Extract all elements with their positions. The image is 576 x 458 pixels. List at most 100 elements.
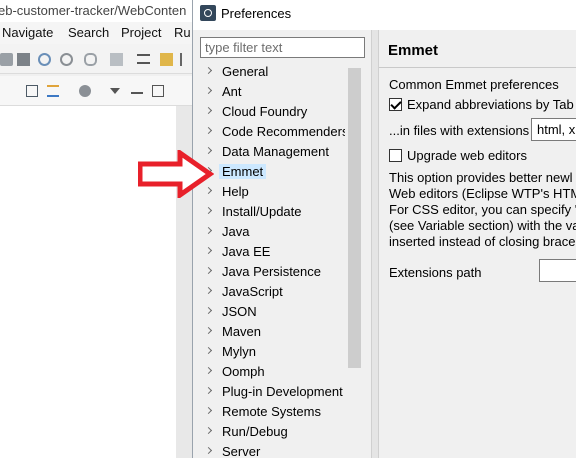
- tree-item-java-ee[interactable]: Java EE: [193, 242, 345, 262]
- expand-chevron-icon[interactable]: [204, 326, 213, 335]
- page-header: Emmet: [379, 30, 576, 68]
- tree-item-label: Run/Debug: [222, 424, 288, 439]
- expand-chevron-icon[interactable]: [204, 86, 213, 95]
- tree-item-label: Maven: [222, 324, 262, 339]
- expand-chevron-icon[interactable]: [204, 226, 213, 235]
- expand-abbreviations-checkbox[interactable]: [389, 98, 402, 111]
- tree-item-remote-systems[interactable]: Remote Systems: [193, 402, 345, 422]
- view-toolbar: [0, 76, 192, 106]
- tree-item-label: Mylyn: [222, 344, 256, 359]
- extensions-input[interactable]: [531, 118, 576, 141]
- debug-icon[interactable]: [38, 53, 51, 66]
- list-icon[interactable]: [137, 54, 150, 64]
- tree-item-help[interactable]: Help: [193, 182, 345, 202]
- minimize-icon[interactable]: [131, 92, 143, 94]
- tree-item-server[interactable]: Server: [193, 442, 345, 458]
- expand-chevron-icon[interactable]: [204, 306, 213, 315]
- description-line: For CSS editor, you can specify ': [389, 202, 576, 217]
- tree-item-maven[interactable]: Maven: [193, 322, 345, 342]
- menu-run[interactable]: Ru: [174, 25, 191, 40]
- run-history-icon[interactable]: [84, 53, 97, 66]
- upgrade-web-editors-checkbox[interactable]: [389, 149, 402, 162]
- tree-item-label: Java Persistence: [222, 264, 321, 279]
- refresh-icon[interactable]: [60, 53, 73, 66]
- expand-chevron-icon[interactable]: [204, 66, 213, 75]
- dialog-title: Preferences: [221, 6, 292, 21]
- tree-item-run-debug[interactable]: Run/Debug: [193, 422, 345, 442]
- tree-item-label: Java: [222, 224, 250, 239]
- maximize-icon[interactable]: [152, 85, 164, 97]
- arrow-shape: [138, 150, 214, 198]
- extensions-label: ...in files with extensions: [389, 123, 530, 138]
- tree-item-label: Remote Systems: [222, 404, 321, 419]
- menu-project[interactable]: Project: [121, 25, 161, 40]
- extensions-path-input[interactable]: [539, 259, 576, 282]
- tree-item-label: Server: [222, 444, 261, 458]
- tree-item-label: Install/Update: [222, 204, 302, 219]
- page-title: Emmet: [388, 42, 439, 59]
- tree-item-ant[interactable]: Ant: [193, 82, 345, 102]
- expand-chevron-icon[interactable]: [204, 366, 213, 375]
- tree-item-plug-in-development[interactable]: Plug-in Development: [193, 382, 345, 402]
- menu-bar: Navigate Search Project Ru: [0, 22, 192, 44]
- expand-abbreviations-label[interactable]: Expand abbreviations by Tab: [407, 97, 574, 112]
- expand-chevron-icon[interactable]: [204, 426, 213, 435]
- page-subtitle: Common Emmet preferences: [389, 77, 559, 92]
- tree-item-javascript[interactable]: JavaScript: [193, 282, 345, 302]
- preference-page: Emmet Common Emmet preferences Expand ab…: [379, 30, 576, 458]
- page-body: Common Emmet preferences Expand abbrevia…: [379, 69, 576, 458]
- tree-item-label: Ant: [222, 84, 242, 99]
- pane-divider[interactable]: [371, 30, 379, 458]
- tree-item-mylyn[interactable]: Mylyn: [193, 342, 345, 362]
- main-toolbar: [0, 44, 192, 74]
- tree-scrollbar-thumb[interactable]: [348, 68, 361, 368]
- tree-item-label: JSON: [222, 304, 257, 319]
- toolbar-icon[interactable]: [0, 53, 13, 66]
- expand-chevron-icon[interactable]: [204, 106, 213, 115]
- expand-chevron-icon[interactable]: [204, 446, 213, 455]
- tree-item-data-management[interactable]: Data Management: [193, 142, 345, 162]
- tree-scrollbar[interactable]: [345, 62, 364, 458]
- external-tools-icon[interactable]: [110, 53, 123, 66]
- expand-chevron-icon[interactable]: [204, 286, 213, 295]
- tree-item-java-persistence[interactable]: Java Persistence: [193, 262, 345, 282]
- eclipse-title-text: eb-customer-tracker/WebConten: [0, 3, 187, 18]
- filter-input[interactable]: [200, 37, 365, 58]
- expand-chevron-icon[interactable]: [204, 406, 213, 415]
- upgrade-web-editors-label[interactable]: Upgrade web editors: [407, 148, 527, 163]
- eclipse-title-bar: eb-customer-tracker/WebConten: [0, 0, 192, 22]
- expand-chevron-icon[interactable]: [204, 386, 213, 395]
- tree-item-code-recommenders[interactable]: Code Recommenders: [193, 122, 345, 142]
- expand-chevron-icon[interactable]: [204, 266, 213, 275]
- menu-navigate[interactable]: Navigate: [2, 25, 53, 40]
- tree-item-json[interactable]: JSON: [193, 302, 345, 322]
- open-type-icon[interactable]: [160, 53, 173, 66]
- view-menu-icon[interactable]: [110, 88, 120, 94]
- expand-chevron-icon[interactable]: [204, 346, 213, 355]
- tree-item-general[interactable]: General: [193, 62, 345, 82]
- collapse-all-icon[interactable]: [26, 85, 38, 97]
- tree-item-label: Emmet: [219, 164, 267, 179]
- extensions-path-label: Extensions path: [389, 265, 482, 280]
- description-line: inserted instead of closing brace: [389, 234, 576, 249]
- tree-item-cloud-foundry[interactable]: Cloud Foundry: [193, 102, 345, 122]
- tree-item-oomph[interactable]: Oomph: [193, 362, 345, 382]
- description-line: Web editors (Eclipse WTP's HTM: [389, 186, 576, 201]
- expand-chevron-icon[interactable]: [204, 206, 213, 215]
- expand-chevron-icon[interactable]: [204, 126, 213, 135]
- next-icon[interactable]: [180, 53, 188, 66]
- tree-item-label: Data Management: [222, 144, 329, 159]
- menu-search[interactable]: Search: [68, 25, 109, 40]
- focus-icon[interactable]: [79, 85, 91, 97]
- tree-item-install-update[interactable]: Install/Update: [193, 202, 345, 222]
- tree-item-label: Help: [222, 184, 249, 199]
- tree-item-java[interactable]: Java: [193, 222, 345, 242]
- stop-icon[interactable]: [17, 53, 30, 66]
- expand-chevron-icon[interactable]: [204, 246, 213, 255]
- tree-item-emmet[interactable]: Emmet: [193, 162, 345, 182]
- red-arrow-annotation: [138, 150, 214, 198]
- description-line: (see Variable section) with the va: [389, 218, 576, 233]
- tree-item-label: Oomph: [222, 364, 265, 379]
- link-editor-icon[interactable]: [47, 85, 59, 97]
- tree-item-label: JavaScript: [222, 284, 283, 299]
